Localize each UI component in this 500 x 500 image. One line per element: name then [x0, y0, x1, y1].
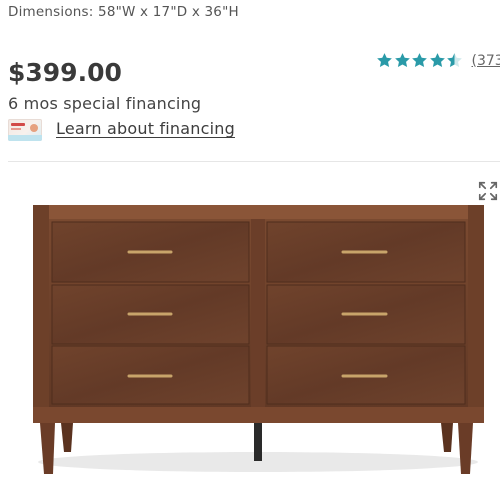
rating-stars[interactable]: (373: [376, 52, 500, 69]
divider: [8, 161, 500, 162]
learn-financing-link[interactable]: Learn about financing: [56, 119, 235, 138]
rating-count-link[interactable]: (373: [472, 53, 500, 69]
dresser-image[interactable]: [0, 200, 500, 500]
star-half-icon: [447, 53, 462, 68]
star-icon: [429, 53, 445, 68]
product-price: $399.00: [8, 58, 122, 87]
financing-text: 6 mos special financing: [8, 94, 202, 113]
expand-icon[interactable]: [477, 180, 499, 202]
star-icon: [412, 53, 427, 68]
credit-card-icon: [8, 119, 42, 141]
star-icon: [394, 53, 410, 68]
product-dimensions: Dimensions: 58"W x 17"D x 36"H: [8, 4, 239, 20]
star-icon: [377, 53, 392, 68]
